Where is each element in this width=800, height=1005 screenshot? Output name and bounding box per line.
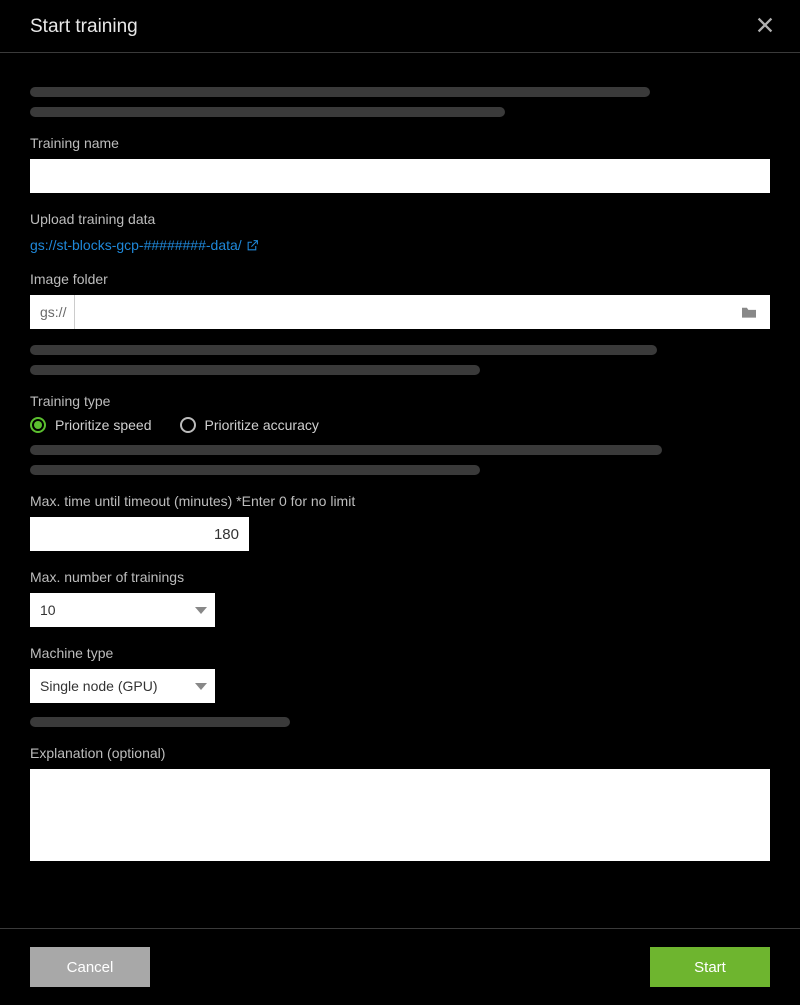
dialog-body: Training name Upload training data gs://… (0, 53, 800, 928)
start-button[interactable]: Start (650, 947, 770, 987)
dialog-title: Start training (30, 16, 138, 38)
machine-type-label: Machine type (30, 645, 770, 661)
radio-label: Prioritize speed (55, 417, 152, 433)
machine-type-select[interactable]: Single node (GPU) (30, 669, 215, 703)
redacted-text (30, 87, 650, 97)
select-value: Single node (GPU) (40, 678, 158, 694)
redacted-text (30, 717, 290, 727)
timeout-input[interactable] (30, 517, 249, 551)
dialog-header: Start training (0, 0, 800, 53)
training-name-label: Training name (30, 135, 770, 151)
timeout-label: Max. time until timeout (minutes) *Enter… (30, 493, 770, 509)
upload-data-link[interactable]: gs://st-blocks-gcp-########-data/ (30, 237, 259, 253)
image-folder-input-group: gs:// (30, 295, 770, 329)
dialog-footer: Cancel Start (0, 928, 800, 1005)
redacted-text (30, 107, 505, 117)
max-trainings-label: Max. number of trainings (30, 569, 770, 585)
explanation-label: Explanation (optional) (30, 745, 770, 761)
radio-prioritize-speed[interactable]: Prioritize speed (30, 417, 152, 433)
upload-data-link-text: gs://st-blocks-gcp-########-data/ (30, 237, 242, 253)
start-training-dialog: Start training Training name Upload trai… (0, 0, 800, 1005)
redacted-text (30, 345, 657, 355)
cancel-button[interactable]: Cancel (30, 947, 150, 987)
radio-prioritize-accuracy[interactable]: Prioritize accuracy (180, 417, 319, 433)
chevron-down-icon (195, 683, 207, 690)
image-folder-prefix: gs:// (30, 295, 75, 329)
redacted-text (30, 365, 480, 375)
image-folder-input[interactable] (75, 295, 728, 329)
radio-icon (180, 417, 196, 433)
training-type-radio-group: Prioritize speed Prioritize accuracy (30, 417, 770, 433)
upload-data-label: Upload training data (30, 211, 770, 227)
radio-label: Prioritize accuracy (205, 417, 319, 433)
select-value: 10 (40, 602, 56, 618)
quantity-stepper (249, 517, 252, 551)
chevron-down-icon (195, 607, 207, 614)
training-type-label: Training type (30, 393, 770, 409)
image-folder-label: Image folder (30, 271, 770, 287)
external-link-icon (246, 239, 259, 252)
max-trainings-select[interactable]: 10 (30, 593, 215, 627)
close-icon[interactable] (750, 14, 780, 40)
redacted-text (30, 445, 662, 455)
redacted-text (30, 465, 480, 475)
radio-icon (30, 417, 46, 433)
training-name-input[interactable] (30, 159, 770, 193)
folder-icon[interactable] (728, 305, 770, 319)
explanation-textarea[interactable] (30, 769, 770, 861)
timeout-input-wrap (30, 517, 210, 551)
